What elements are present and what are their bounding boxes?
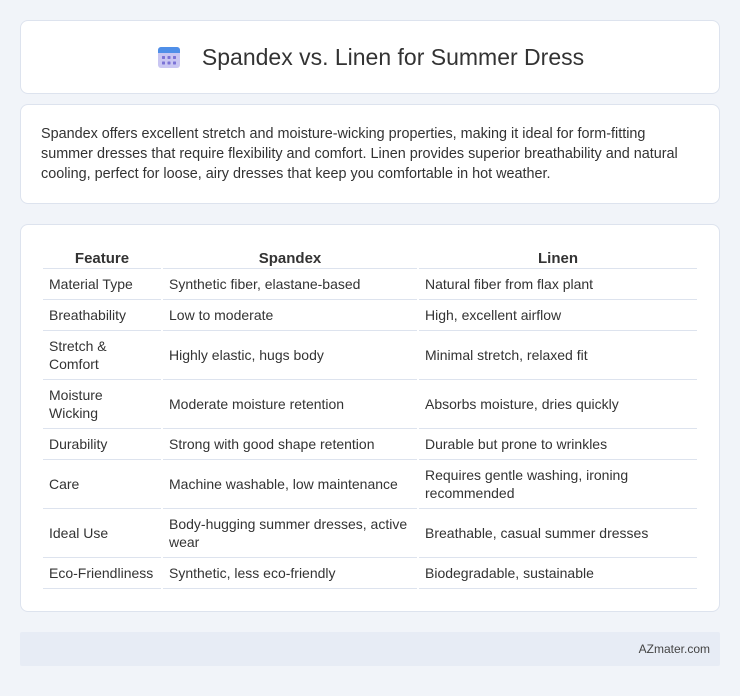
linen-cell: High, excellent airflow xyxy=(419,300,697,331)
spandex-cell: Synthetic fiber, elastane-based xyxy=(163,269,417,300)
comparison-card: Feature Spandex Linen Material Type Synt… xyxy=(20,224,720,612)
feature-cell: Care xyxy=(43,460,161,509)
intro-text: Spandex offers excellent stretch and moi… xyxy=(41,126,678,182)
intro-card: Spandex offers excellent stretch and moi… xyxy=(20,104,720,204)
calendar-icon xyxy=(157,47,180,68)
comparison-table: Feature Spandex Linen Material Type Synt… xyxy=(41,245,699,589)
header-feature: Feature xyxy=(43,245,161,269)
table-header-row: Feature Spandex Linen xyxy=(43,245,697,269)
title-card: Spandex vs. Linen for Summer Dress xyxy=(20,20,720,94)
header-linen: Linen xyxy=(419,245,697,269)
feature-cell: Durability xyxy=(43,429,161,460)
table-row: Breathability Low to moderate High, exce… xyxy=(43,300,697,331)
spandex-cell: Highly elastic, hugs body xyxy=(163,331,417,380)
spandex-cell: Low to moderate xyxy=(163,300,417,331)
linen-cell: Absorbs moisture, dries quickly xyxy=(419,380,697,429)
linen-cell: Requires gentle washing, ironing recomme… xyxy=(419,460,697,509)
table-row: Stretch & Comfort Highly elastic, hugs b… xyxy=(43,331,697,380)
feature-cell: Eco-Friendliness xyxy=(43,558,161,589)
spandex-cell: Synthetic, less eco-friendly xyxy=(163,558,417,589)
linen-cell: Durable but prone to wrinkles xyxy=(419,429,697,460)
feature-cell: Ideal Use xyxy=(43,509,161,558)
table-row: Moisture Wicking Moderate moisture reten… xyxy=(43,380,697,429)
header-spandex: Spandex xyxy=(163,245,417,269)
spandex-cell: Strong with good shape retention xyxy=(163,429,417,460)
linen-cell: Biodegradable, sustainable xyxy=(419,558,697,589)
spandex-cell: Body-hugging summer dresses, active wear xyxy=(163,509,417,558)
spandex-cell: Machine washable, low maintenance xyxy=(163,460,417,509)
spandex-cell: Moderate moisture retention xyxy=(163,380,417,429)
linen-cell: Breathable, casual summer dresses xyxy=(419,509,697,558)
feature-cell: Breathability xyxy=(43,300,161,331)
linen-cell: Minimal stretch, relaxed fit xyxy=(419,331,697,380)
footer-site-link[interactable]: AZmater.com xyxy=(639,642,710,656)
table-row: Eco-Friendliness Synthetic, less eco-fri… xyxy=(43,558,697,589)
table-row: Material Type Synthetic fiber, elastane-… xyxy=(43,269,697,300)
table-row: Durability Strong with good shape retent… xyxy=(43,429,697,460)
footer: AZmater.com xyxy=(20,632,720,666)
table-row: Ideal Use Body-hugging summer dresses, a… xyxy=(43,509,697,558)
linen-cell: Natural fiber from flax plant xyxy=(419,269,697,300)
page-title: Spandex vs. Linen for Summer Dress xyxy=(201,43,585,70)
feature-cell: Stretch & Comfort xyxy=(43,331,161,380)
feature-cell: Moisture Wicking xyxy=(43,380,161,429)
table-row: Care Machine washable, low maintenance R… xyxy=(43,460,697,509)
feature-cell: Material Type xyxy=(43,269,161,300)
